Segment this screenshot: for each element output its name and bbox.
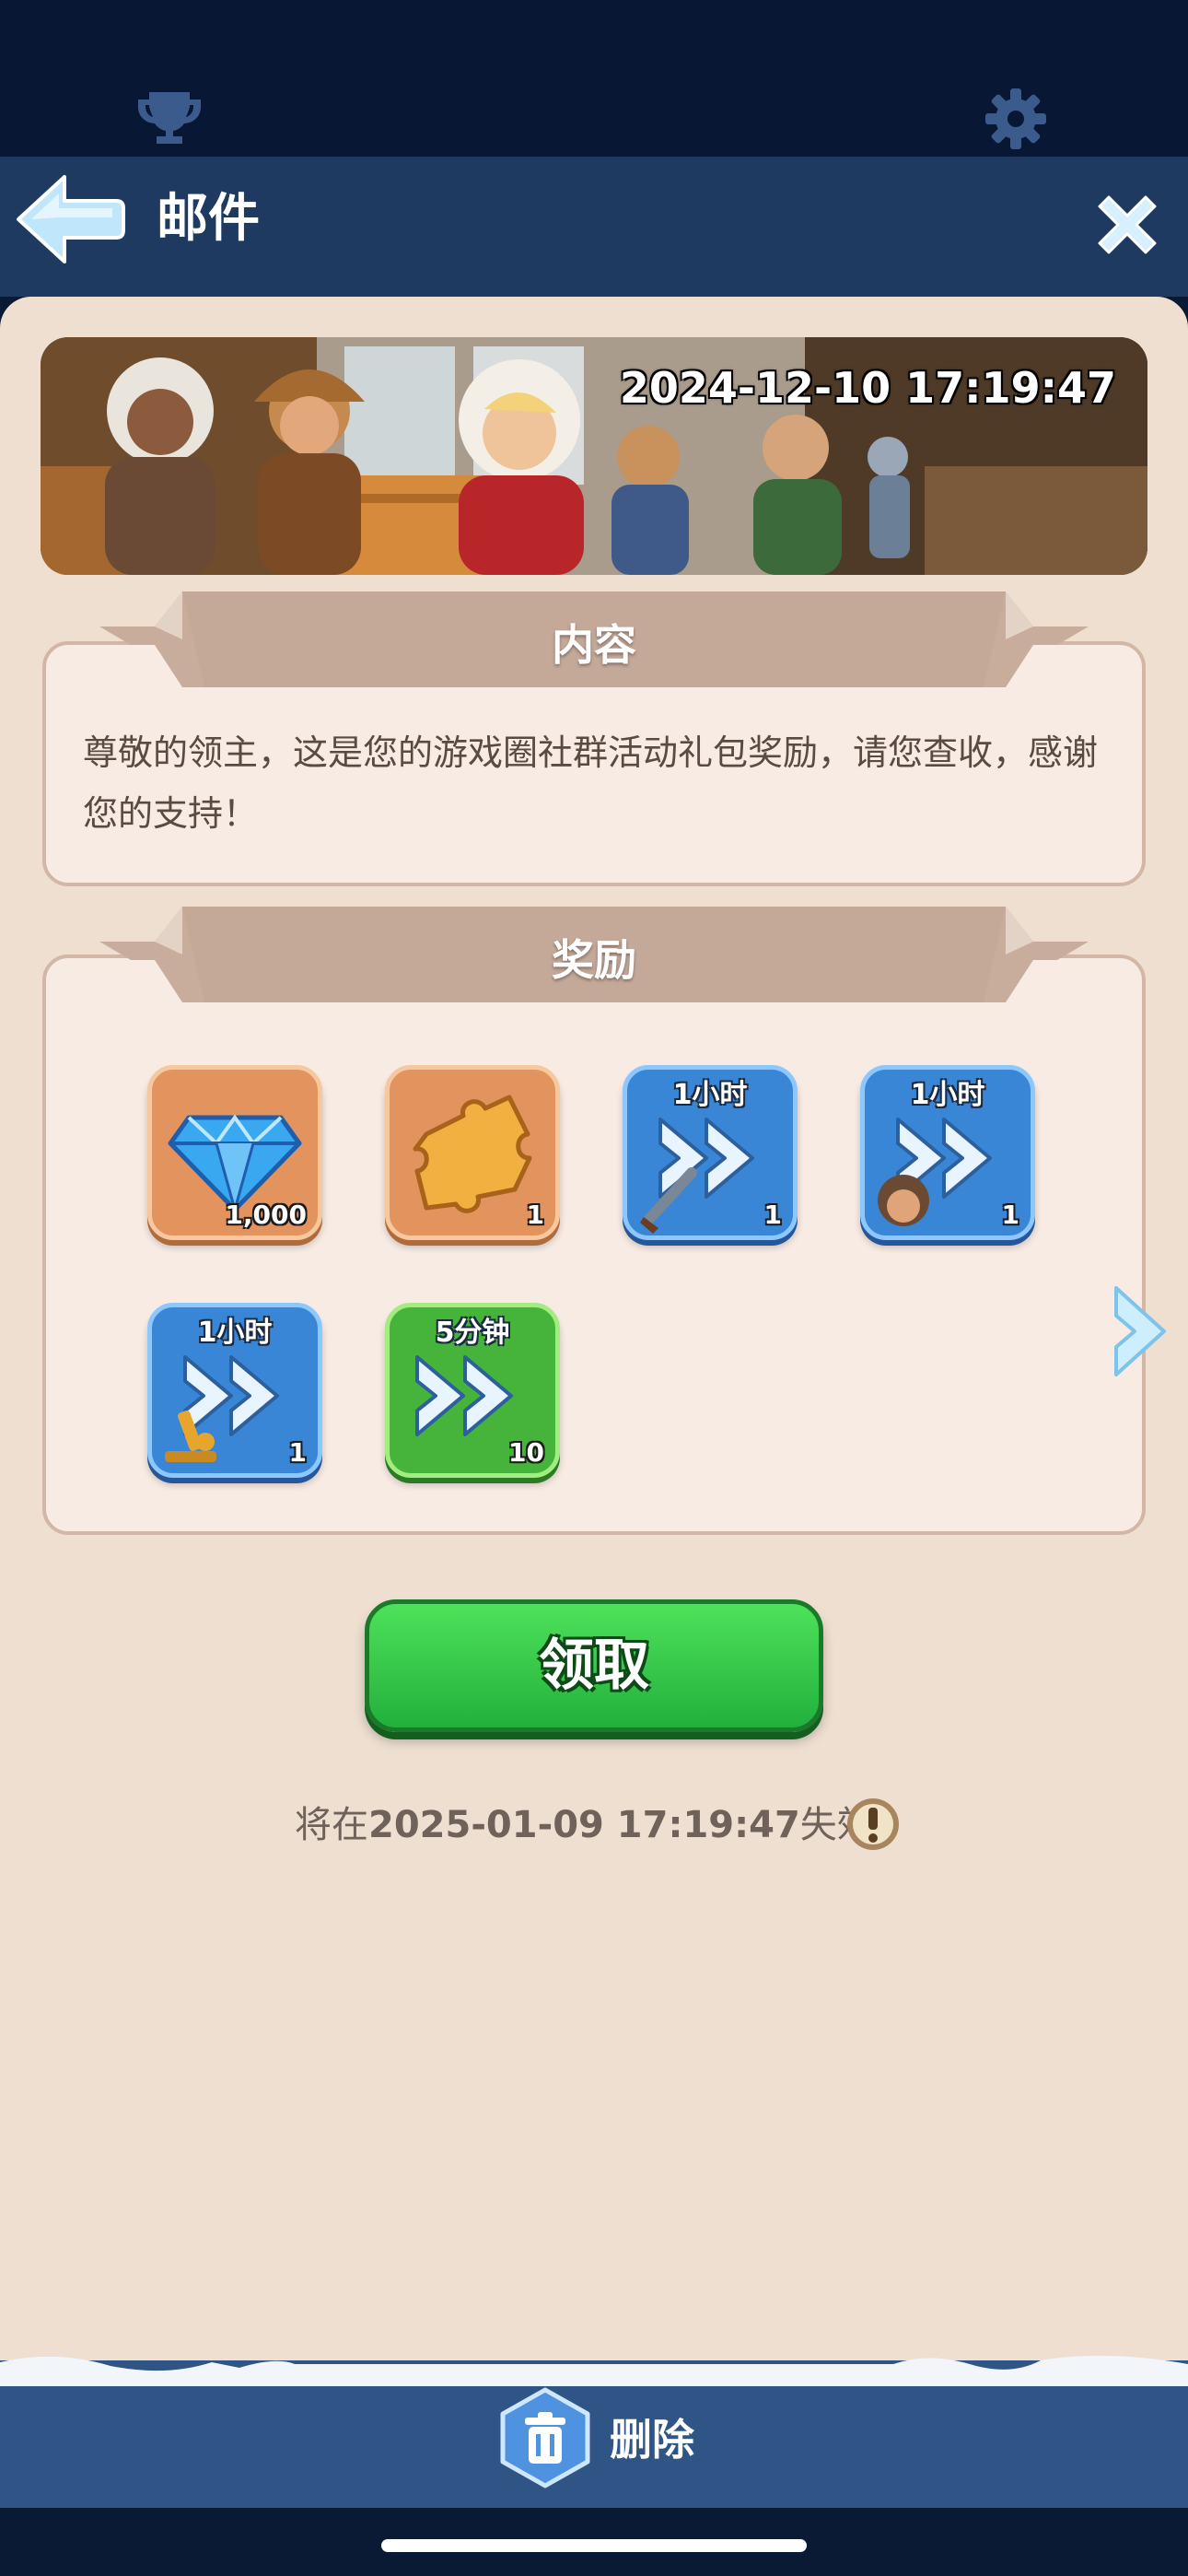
snow-edge-decoration	[0, 2355, 1188, 2386]
trophy-icon[interactable]	[136, 88, 203, 147]
rewards-section-title: 奖励	[552, 935, 636, 985]
claim-button[interactable]: 领取	[365, 1599, 823, 1732]
next-page-chevron-icon[interactable]	[1107, 1281, 1171, 1382]
content-section-title: 内容	[552, 620, 636, 670]
close-icon[interactable]	[1090, 188, 1164, 262]
speedup-duration: 1小时	[197, 1317, 273, 1349]
reward-quantity: 1	[526, 1200, 544, 1230]
expiry-prefix: 将在	[295, 1804, 368, 1846]
reward-quantity: 1	[288, 1437, 307, 1468]
delete-button-label[interactable]: 删除	[610, 2412, 694, 2467]
reward-quantity: 1	[763, 1200, 782, 1230]
page-title: 邮件	[157, 189, 260, 249]
reward-item-diamond[interactable]: 1,000	[147, 1065, 322, 1240]
mail-timestamp: 2024-12-10 17:19:47	[619, 363, 1116, 413]
mail-banner-image: 2024-12-10 17:19:47	[41, 337, 1147, 575]
reward-quantity: 10	[508, 1437, 544, 1468]
home-indicator[interactable]	[381, 2539, 807, 2552]
reward-item-puzzle[interactable]: 1	[385, 1065, 560, 1240]
reward-item-speedup-general[interactable]: 5分钟 10	[385, 1303, 560, 1478]
speedup-duration: 5分钟	[435, 1317, 510, 1349]
speedup-duration: 1小时	[910, 1079, 985, 1111]
expiry-text: 将在2025-01-09 17:19:47失效	[295, 1798, 874, 1852]
mail-message: 尊敬的领主，这是您的游戏圈社群活动礼包奖励，请您查收，感谢您的支持！	[83, 732, 1099, 834]
speedup-duration: 1小时	[672, 1079, 748, 1111]
reward-quantity: 1	[1001, 1200, 1019, 1230]
exclamation-info-icon[interactable]	[845, 1797, 901, 1852]
reward-quantity: 1,000	[225, 1200, 307, 1230]
expiry-datetime: 2025-01-09 17:19:47	[368, 1804, 800, 1846]
reward-item-speedup-research[interactable]: 1小时 1	[147, 1303, 322, 1478]
delete-trash-icon[interactable]	[497, 2386, 593, 2489]
back-arrow-icon[interactable]	[13, 171, 127, 267]
reward-item-speedup-training[interactable]: 1小时 1	[623, 1065, 798, 1240]
settings-gear-icon[interactable]	[984, 87, 1048, 151]
claim-button-label: 领取	[539, 1633, 649, 1698]
reward-item-speedup-healing[interactable]: 1小时 1	[860, 1065, 1035, 1240]
